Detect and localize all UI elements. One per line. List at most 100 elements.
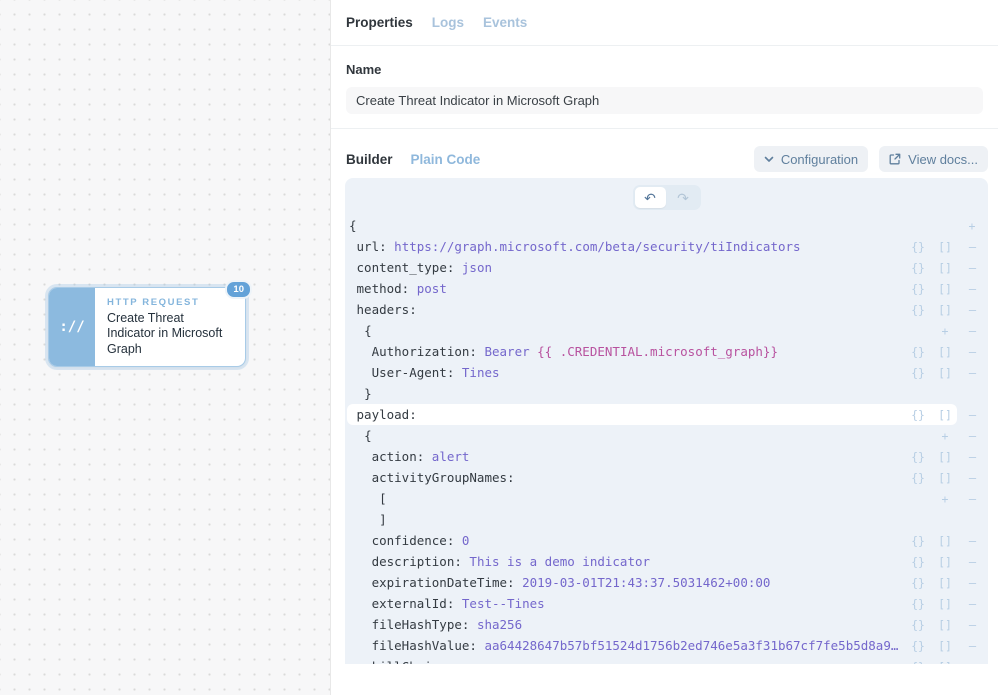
add-icon[interactable]: + xyxy=(938,492,952,506)
remove-icon[interactable]: — xyxy=(965,261,979,275)
view-docs-button[interactable]: View docs... xyxy=(879,146,988,172)
code-key-value: headers: xyxy=(349,302,424,317)
code-line[interactable]: headers: {} [] — xyxy=(345,299,988,320)
code-key-value: Authorization: Bearer {{ .CREDENTIAL.mic… xyxy=(349,344,778,359)
tab-events[interactable]: Events xyxy=(483,15,527,30)
code-line[interactable]: url: https://graph.microsoft.com/beta/se… xyxy=(345,236,988,257)
remove-icon[interactable]: — xyxy=(965,366,979,380)
code-line[interactable]: ] xyxy=(345,509,988,530)
configuration-button[interactable]: Configuration xyxy=(754,146,868,172)
tab-logs[interactable]: Logs xyxy=(432,15,464,30)
object-icon[interactable]: {} xyxy=(911,261,925,275)
remove-icon[interactable]: — xyxy=(965,576,979,590)
remove-icon[interactable]: — xyxy=(965,303,979,317)
object-icon[interactable]: {} xyxy=(911,555,925,569)
object-icon[interactable]: {} xyxy=(911,639,925,653)
remove-icon[interactable]: — xyxy=(965,492,979,506)
code-line[interactable]: expirationDateTime: 2019-03-01T21:43:37.… xyxy=(345,572,988,593)
code-editor[interactable]: ↶ ↷ {+ url: https://graph.microsoft.com/… xyxy=(345,178,988,664)
array-icon[interactable]: [] xyxy=(938,282,952,296)
code-key-value: method: post xyxy=(349,281,447,296)
builder-row: Builder Plain Code Configuration View do… xyxy=(346,146,988,172)
remove-icon[interactable]: — xyxy=(965,660,979,665)
code-line[interactable]: Authorization: Bearer {{ .CREDENTIAL.mic… xyxy=(345,341,988,362)
object-icon[interactable]: {} xyxy=(911,576,925,590)
tab-builder[interactable]: Builder xyxy=(346,152,393,167)
remove-icon[interactable]: — xyxy=(965,240,979,254)
line-gutter: {} [] — xyxy=(911,593,988,614)
name-input[interactable] xyxy=(346,87,983,114)
event-count-badge[interactable]: 10 xyxy=(225,280,252,299)
code-line[interactable]: fileHashType: sha256{}[]— xyxy=(345,614,988,635)
remove-icon[interactable]: — xyxy=(965,282,979,296)
array-icon[interactable]: [] xyxy=(938,408,952,422)
code-key-value: activityGroupNames: xyxy=(349,470,522,485)
redo-icon[interactable]: ↷ xyxy=(668,187,699,208)
remove-icon[interactable]: — xyxy=(965,429,979,443)
code-line[interactable]: method: post {} [] — xyxy=(345,278,988,299)
array-icon[interactable]: [] xyxy=(938,534,952,548)
code-line[interactable]: {+— xyxy=(345,425,988,446)
code-line[interactable]: externalId: Test--Tines{}[]— xyxy=(345,593,988,614)
array-icon[interactable]: [] xyxy=(938,303,952,317)
code-line[interactable]: killChain: {}[]— xyxy=(345,656,988,664)
remove-icon[interactable]: — xyxy=(965,450,979,464)
code-line[interactable]: User-Agent: Tines{}[]— xyxy=(345,362,988,383)
remove-icon[interactable]: — xyxy=(965,471,979,485)
object-icon[interactable]: {} xyxy=(911,450,925,464)
code-line[interactable]: activityGroupNames: {} [] — xyxy=(345,467,988,488)
array-icon[interactable]: [] xyxy=(938,366,952,380)
undo-icon[interactable]: ↶ xyxy=(635,187,666,208)
object-icon[interactable]: {} xyxy=(911,471,925,485)
add-icon[interactable]: + xyxy=(938,429,952,443)
http-request-node[interactable]: :// HTTP REQUEST Create Threat Indicator… xyxy=(48,287,246,367)
code-line[interactable]: [+— xyxy=(345,488,988,509)
remove-icon[interactable]: — xyxy=(965,597,979,611)
line-gutter: {} [] — xyxy=(911,551,988,572)
add-icon[interactable]: + xyxy=(965,219,979,233)
object-icon[interactable]: {} xyxy=(911,240,925,254)
code-line[interactable]: } xyxy=(345,383,988,404)
code-line[interactable]: action: alert{}[]— xyxy=(345,446,988,467)
object-icon[interactable]: {} xyxy=(911,303,925,317)
remove-icon[interactable]: — xyxy=(965,618,979,632)
code-line[interactable]: description: This is a demo indicator{}[… xyxy=(345,551,988,572)
code-key-value: confidence: 0 xyxy=(349,533,469,548)
object-icon[interactable]: {} xyxy=(911,408,925,422)
remove-icon[interactable]: — xyxy=(965,345,979,359)
array-icon[interactable]: [] xyxy=(938,597,952,611)
code-line[interactable]: confidence: 0 {} [] — xyxy=(345,530,988,551)
array-icon[interactable]: [] xyxy=(938,660,952,665)
code-line[interactable]: {+ xyxy=(345,215,988,236)
object-icon[interactable]: {} xyxy=(911,282,925,296)
array-icon[interactable]: [] xyxy=(938,261,952,275)
remove-icon[interactable]: — xyxy=(965,534,979,548)
array-icon[interactable]: [] xyxy=(938,240,952,254)
object-icon[interactable]: {} xyxy=(911,345,925,359)
object-icon[interactable]: {} xyxy=(911,534,925,548)
array-icon[interactable]: [] xyxy=(938,345,952,359)
tab-plain-code[interactable]: Plain Code xyxy=(411,152,481,167)
array-icon[interactable]: [] xyxy=(938,471,952,485)
object-icon[interactable]: {} xyxy=(911,366,925,380)
tab-properties[interactable]: Properties xyxy=(346,15,413,30)
array-icon[interactable]: [] xyxy=(938,639,952,653)
object-icon[interactable]: {} xyxy=(911,618,925,632)
remove-icon[interactable]: — xyxy=(965,555,979,569)
remove-icon[interactable]: — xyxy=(965,408,979,422)
code-line[interactable]: content_type: json{}[]— xyxy=(345,257,988,278)
array-icon[interactable]: [] xyxy=(938,450,952,464)
code-line[interactable]: {+— xyxy=(345,320,988,341)
object-icon[interactable]: {} xyxy=(911,660,925,665)
array-icon[interactable]: [] xyxy=(938,618,952,632)
array-icon[interactable]: [] xyxy=(938,576,952,590)
remove-icon[interactable]: — xyxy=(965,324,979,338)
code-line[interactable]: payload: {}[]— xyxy=(345,404,988,425)
code-line[interactable]: fileHashValue: aa64428647b57bf51524d1756… xyxy=(345,635,988,656)
remove-icon[interactable]: — xyxy=(965,639,979,653)
object-icon[interactable]: {} xyxy=(911,597,925,611)
array-icon[interactable]: [] xyxy=(938,555,952,569)
workflow-canvas[interactable]: :// HTTP REQUEST Create Threat Indicator… xyxy=(0,0,330,695)
view-docs-label: View docs... xyxy=(908,152,978,167)
add-icon[interactable]: + xyxy=(938,324,952,338)
